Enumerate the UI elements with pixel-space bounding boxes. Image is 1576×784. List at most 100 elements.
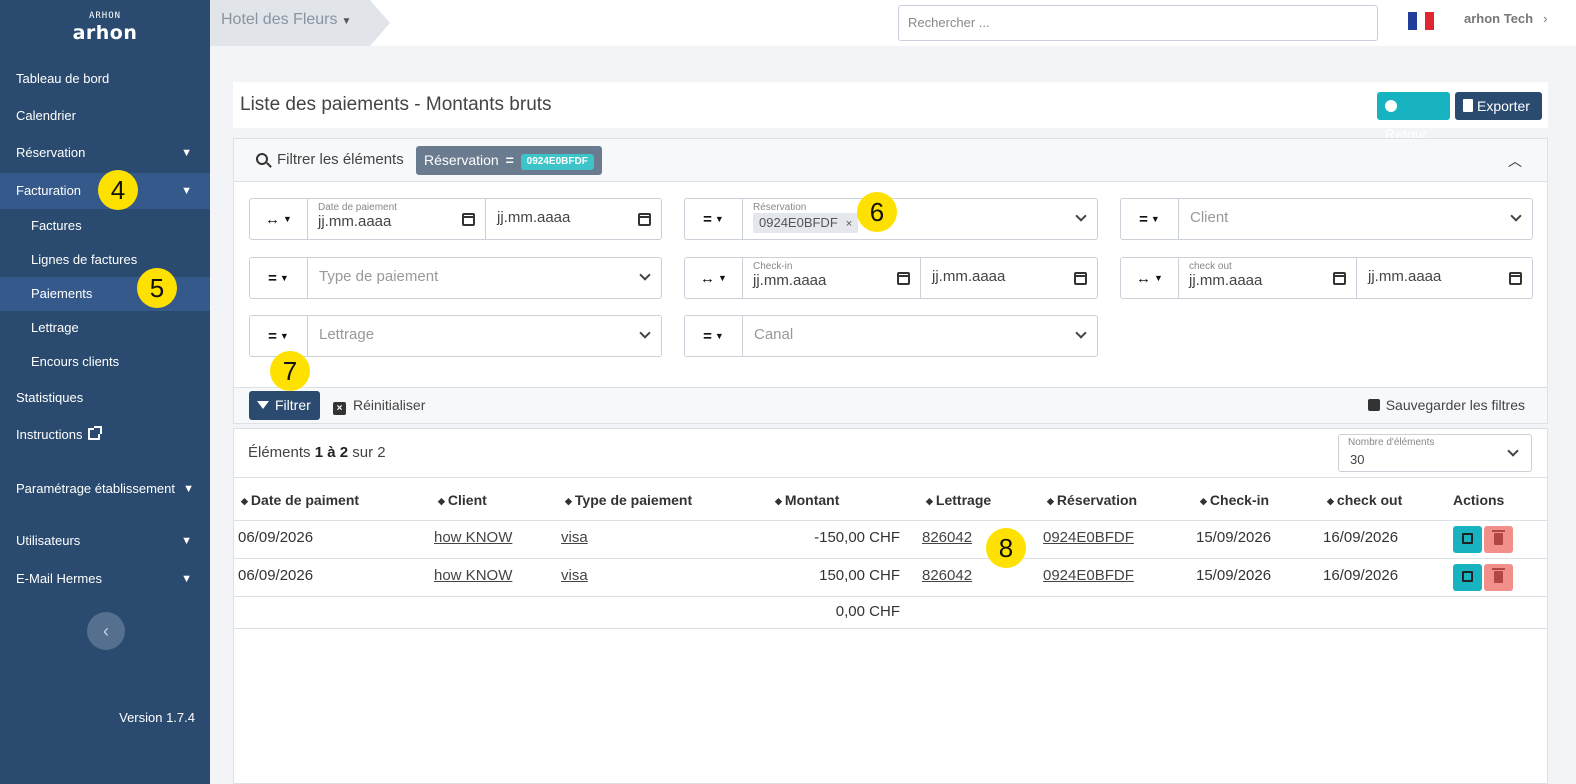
client-select[interactable]: Client [1179,199,1532,239]
sidebar-item-statistiques[interactable]: Statistiques [0,380,210,416]
client-link[interactable]: how KNOW [434,567,512,584]
lettrage-link[interactable]: 826042 [922,529,972,546]
column-header-reservation[interactable]: ◆ Réservation [1047,492,1137,508]
cell-date: 06/09/2026 [238,567,314,584]
reinitialiser-button[interactable]: × Réinitialiser [333,397,425,415]
sidebar-item-reservation[interactable]: Réservation ▼ [0,135,210,171]
calendar-icon[interactable] [1509,272,1522,285]
edit-button[interactable] [1453,564,1482,591]
checkout-to[interactable]: jj.mm.aaaa [1357,258,1532,298]
sidebar-item-instructions[interactable]: Instructions [0,417,210,453]
page-size-select[interactable]: Nombre d'éléments 30 [1338,434,1532,472]
sidebar-subitem-factures[interactable]: Factures [0,209,210,243]
column-header-checkin[interactable]: ◆ Check-in [1200,492,1269,508]
column-header-montant[interactable]: ◆ Montant [775,492,839,508]
reset-label: Réinitialiser [353,397,426,413]
edit-button[interactable] [1453,526,1482,553]
calendar-icon[interactable] [1333,272,1346,285]
lettrage-link[interactable]: 826042 [922,567,972,584]
lettrage-select[interactable]: Lettrage [308,316,661,356]
client-link[interactable]: how KNOW [434,529,512,546]
column-label: Date de paiment [250,492,360,508]
sort-icon: ◆ [438,496,445,506]
filtrer-button[interactable]: Filtrer [249,391,320,420]
chevron-down-icon [1075,210,1087,222]
date-value: jj.mm.aaaa [318,213,392,230]
field-label: Check-in [753,261,793,272]
sidebar-subitem-lettrage[interactable]: Lettrage [0,311,210,345]
date-value: jj.mm.aaaa [1368,268,1442,285]
search-input[interactable]: Rechercher ... [898,5,1378,41]
date-value: jj.mm.aaaa [1189,272,1263,289]
operator-dropdown[interactable]: ↔ ▼ [685,258,743,298]
calendar-icon[interactable] [638,213,651,226]
cell-checkout: 16/09/2026 [1323,529,1399,546]
calendar-icon[interactable] [1074,272,1087,285]
canal-select[interactable]: Canal [743,316,1097,356]
caret-down-icon: ▼ [1154,273,1163,283]
checkin-to[interactable]: jj.mm.aaaa [921,258,1097,298]
date-paiement-from[interactable]: Date de paiement jj.mm.aaaa [308,199,485,239]
page-size-value: 30 [1350,452,1365,467]
sidebar-item-tableau-de-bord[interactable]: Tableau de bord [0,61,210,97]
column-header-lettrage[interactable]: ◆ Lettrage [926,492,991,508]
column-header-date[interactable]: ◆ Date de paiment [241,492,359,508]
filter-actions: Filtrer × Réinitialiser Sauvegarder les f… [234,387,1547,423]
column-header-client[interactable]: ◆ Client [438,492,487,508]
filter-client: = ▼ Client [1120,198,1533,240]
save-filters-button[interactable]: Sauvegarder les filtres [1367,397,1525,413]
user-menu[interactable]: arhon Tech › [1464,11,1547,26]
sidebar-subitem-paiements[interactable]: Paiements [0,277,210,311]
operator-dropdown[interactable]: = ▼ [1121,199,1179,239]
sidebar-item-email-hermes[interactable]: E-Mail Hermes ▼ [0,561,210,597]
type-link[interactable]: visa [561,529,588,546]
chevron-down-icon: ▼ [183,483,194,495]
count-prefix: Éléments [248,444,311,461]
remove-tag-icon[interactable]: × [846,218,852,230]
sidebar-item-parametrage[interactable]: Paramétrage établissement ▼ [0,471,210,507]
sidebar-subitem-lignes-de-factures[interactable]: Lignes de factures [0,243,210,277]
retour-button[interactable]: Retour [1377,92,1450,142]
chevron-up-icon[interactable]: ︿ [1508,151,1522,171]
marker-8: 8 [986,528,1026,568]
sidebar-collapse-button[interactable]: ‹ [87,612,125,650]
chip-label: Réservation [424,152,499,168]
operator-dropdown[interactable]: ↔ ▼ [1121,258,1179,298]
sort-icon: ◆ [241,496,248,506]
operator-dropdown[interactable]: ↔ ▼ [250,199,308,239]
filter-header[interactable]: Filtrer les éléments Réservation = 0924E… [234,139,1547,182]
chevron-down-icon [639,327,651,339]
sidebar-item-calendrier[interactable]: Calendrier [0,98,210,134]
delete-button[interactable] [1484,564,1513,591]
equals-icon: = [268,270,277,287]
logo[interactable]: ARHON arhon [0,10,210,44]
operator-dropdown[interactable]: = ▼ [685,316,743,356]
column-header-type[interactable]: ◆ Type de paiement [565,492,692,508]
column-header-checkout[interactable]: ◆ check out [1327,492,1402,508]
type-paiement-select[interactable]: Type de paiement [308,258,661,298]
breadcrumb-hotel[interactable]: Hotel des Fleurs ▼ [210,0,390,46]
flag-fr-icon[interactable] [1408,12,1435,30]
reservation-link[interactable]: 0924E0BFDF [1043,567,1134,584]
exporter-button[interactable]: Exporter [1455,92,1542,120]
delete-button[interactable] [1484,526,1513,553]
cell-total: 0,00 CHF [835,603,900,620]
operator-dropdown[interactable]: = ▼ [250,316,308,356]
operator-dropdown[interactable]: = ▼ [250,258,308,298]
checkout-from[interactable]: check out jj.mm.aaaa [1179,258,1356,298]
operator-dropdown[interactable]: = ▼ [685,199,743,239]
active-filter-chip[interactable]: Réservation = 0924E0BFDF [416,146,602,175]
save-icon [1367,399,1380,411]
checkin-from[interactable]: Check-in jj.mm.aaaa [743,258,920,298]
calendar-icon[interactable] [462,213,475,226]
reservation-select[interactable]: Réservation 0924E0BFDF × [743,199,1097,239]
date-paiement-to[interactable]: jj.mm.aaaa [486,199,661,239]
sidebar-subitem-encours-clients[interactable]: Encours clients [0,345,210,379]
chevron-down-icon [1510,210,1522,222]
sidebar-item-utilisateurs[interactable]: Utilisateurs ▼ [0,523,210,559]
type-link[interactable]: visa [561,567,588,584]
calendar-icon[interactable] [897,272,910,285]
sort-icon: ◆ [1200,496,1207,506]
reservation-link[interactable]: 0924E0BFDF [1043,529,1134,546]
date-value: jj.mm.aaaa [932,268,1006,285]
